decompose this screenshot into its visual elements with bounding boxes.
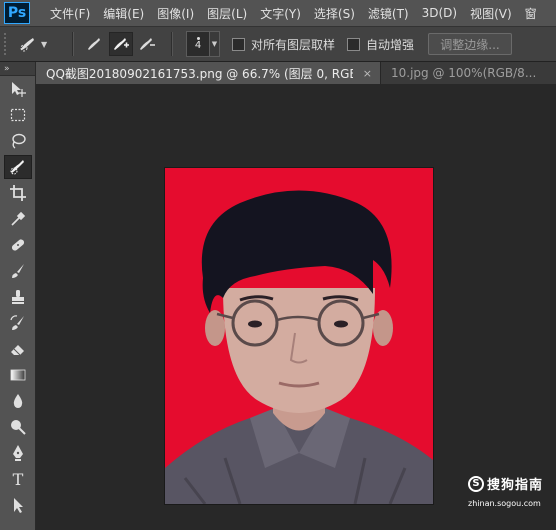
tab-document-active[interactable]: QQ截图20180902161753.png @ 66.7% (图层 0, RG…: [36, 62, 380, 84]
marquee-icon: [10, 108, 26, 122]
pen-icon: [13, 445, 23, 461]
tools-panel: » T: [0, 62, 36, 530]
brush-icon: [12, 264, 24, 278]
tool-move[interactable]: [0, 76, 36, 102]
brush-picker-dropdown[interactable]: ▼: [210, 31, 220, 57]
menu-filter[interactable]: 滤镜(T): [368, 5, 409, 22]
chevron-down-icon: ▼: [41, 39, 48, 49]
tool-crop[interactable]: [0, 180, 36, 206]
brush-size-picker[interactable]: 4: [186, 31, 210, 57]
clone-stamp-icon: [12, 290, 24, 304]
healing-brush-icon: [11, 239, 25, 251]
tool-blur[interactable]: [0, 388, 36, 414]
watermark-url: zhinan.sogou.com: [468, 499, 541, 508]
tab-label: 10.jpg @ 100%(RGB/8...: [391, 66, 537, 80]
gradient-icon: [10, 369, 26, 381]
auto-enhance-label: 自动增强: [366, 37, 415, 52]
tool-quick-selection[interactable]: [0, 154, 36, 180]
quick-selection-subtract-icon: [140, 38, 155, 50]
tool-path-selection[interactable]: [0, 492, 36, 518]
menu-view[interactable]: 视图(V): [470, 5, 512, 22]
document-tabs: QQ截图20180902161753.png @ 66.7% (图层 0, RG…: [36, 62, 556, 84]
watermark-title: 搜狗指南: [487, 478, 544, 493]
menu-image[interactable]: 图像(I): [157, 5, 194, 22]
type-icon: T: [12, 469, 24, 489]
auto-enhance-option[interactable]: 自动增强: [347, 36, 414, 53]
tool-type[interactable]: T: [0, 466, 36, 492]
menu-layer[interactable]: 图层(L): [207, 5, 247, 22]
tool-history-brush[interactable]: [0, 310, 36, 336]
quick-selection-icon: [20, 38, 34, 52]
portrait-image: [165, 190, 433, 504]
sogou-logo-icon: S: [468, 475, 484, 492]
tool-eraser[interactable]: [0, 336, 36, 362]
add-to-selection-button[interactable]: [109, 32, 133, 56]
blur-icon: [13, 394, 23, 408]
tool-pen[interactable]: [0, 440, 36, 466]
history-brush-icon: [10, 315, 24, 330]
tool-brush[interactable]: [0, 258, 36, 284]
subtract-from-selection-button[interactable]: [135, 32, 159, 56]
menu-window[interactable]: 窗: [525, 5, 537, 22]
tool-marquee[interactable]: [0, 102, 36, 128]
sample-all-layers-option[interactable]: 对所有图层取样: [232, 36, 335, 53]
sample-all-layers-checkbox[interactable]: [232, 37, 245, 51]
document-canvas[interactable]: [36, 84, 556, 530]
tab-document-inactive[interactable]: 10.jpg @ 100%(RGB/8...: [380, 62, 556, 84]
eyedropper-icon: [11, 211, 26, 226]
move-icon: [12, 82, 26, 97]
quick-selection-new-icon: [88, 38, 100, 50]
tool-preset-picker[interactable]: ▼: [18, 31, 62, 57]
dodge-icon: [11, 420, 26, 435]
quick-selection-icon: [10, 160, 24, 175]
tool-gradient[interactable]: [0, 362, 36, 388]
eraser-icon: [11, 345, 24, 356]
sample-all-layers-label: 对所有图层取样: [251, 37, 336, 52]
tool-dodge[interactable]: [0, 414, 36, 440]
portrait-photo[interactable]: [165, 168, 433, 504]
new-selection-button[interactable]: [83, 32, 107, 56]
menu-file[interactable]: 文件(F): [50, 5, 90, 22]
menu-type[interactable]: 文字(Y): [260, 5, 301, 22]
photoshop-logo[interactable]: Ps: [4, 2, 30, 24]
brush-size-value: 4: [194, 40, 202, 51]
options-bar: ▼ 4 ▼ 对所有图层取样 自动增强 调整边缘...: [0, 26, 556, 62]
tool-clone-stamp[interactable]: [0, 284, 36, 310]
auto-enhance-checkbox[interactable]: [347, 37, 361, 51]
tools-panel-collapse[interactable]: »: [0, 62, 35, 76]
menu-3d[interactable]: 3D(D): [422, 6, 457, 20]
path-selection-icon: [14, 498, 23, 513]
divider: [171, 32, 172, 56]
close-icon[interactable]: ×: [363, 67, 372, 80]
quick-selection-add-icon: [114, 38, 129, 50]
tool-healing-brush[interactable]: [0, 232, 36, 258]
chevron-down-icon: ▼: [211, 40, 218, 48]
tool-lasso[interactable]: [0, 128, 36, 154]
options-bar-grip[interactable]: [4, 33, 10, 55]
menu-edit[interactable]: 编辑(E): [103, 5, 144, 22]
tab-label: QQ截图20180902161753.png @ 66.7% (图层 0, RG…: [46, 66, 353, 81]
tool-eyedropper[interactable]: [0, 206, 36, 232]
menu-select[interactable]: 选择(S): [314, 5, 355, 22]
crop-icon: [10, 185, 26, 201]
sogou-watermark: S 搜狗指南 zhinan.sogou.com: [468, 474, 554, 524]
menu-bar: Ps 文件(F) 编辑(E) 图像(I) 图层(L) 文字(Y) 选择(S) 滤…: [0, 0, 556, 26]
refine-edge-button[interactable]: 调整边缘...: [428, 33, 513, 55]
divider: [72, 32, 73, 56]
lasso-icon: [12, 133, 26, 149]
